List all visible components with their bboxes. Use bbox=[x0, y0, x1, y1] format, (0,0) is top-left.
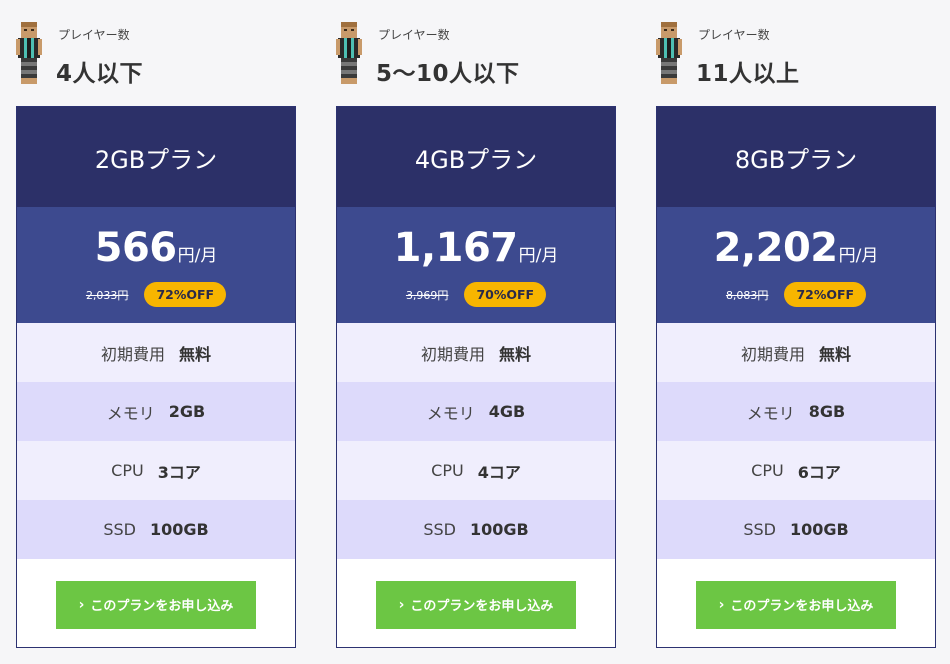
price-line: 2,202円/月 bbox=[657, 225, 935, 271]
plan-name: 4GBプラン bbox=[337, 107, 615, 207]
spec-value: 100GB bbox=[789, 520, 849, 539]
player-avatar-icon bbox=[16, 22, 42, 84]
spec-row-memory: メモリ 4GB bbox=[337, 382, 615, 441]
price-value: 566 bbox=[94, 225, 178, 271]
players-count: 4人以下 bbox=[56, 61, 144, 87]
plan-card: 8GBプラン 2,202円/月 8,083円 72%OFF 初期費用 無料 メモ… bbox=[656, 106, 936, 648]
plan-column-8gb: プレイヤー数 11人以上 8GBプラン 2,202円/月 8,083円 72%O… bbox=[656, 0, 936, 648]
apply-button-label: このプランをお申し込み bbox=[90, 599, 234, 614]
spec-label: メモリ bbox=[426, 403, 475, 423]
spec-row-cpu: CPU 3コア bbox=[17, 441, 295, 500]
player-count-header: プレイヤー数 11人以上 bbox=[656, 0, 936, 106]
discount-badge: 72%OFF bbox=[784, 282, 867, 307]
button-area: › このプランをお申し込み bbox=[657, 559, 935, 650]
spec-value: 2GB bbox=[168, 402, 206, 421]
discount-row: 3,969円 70%OFF bbox=[337, 282, 615, 307]
button-area: › このプランをお申し込み bbox=[17, 559, 295, 650]
apply-button[interactable]: › このプランをお申し込み bbox=[696, 580, 896, 629]
players-count: 11人以上 bbox=[696, 61, 800, 87]
spec-row-setup-fee: 初期費用 無料 bbox=[17, 323, 295, 382]
spec-value: 無料 bbox=[819, 344, 852, 364]
spec-row-memory: メモリ 8GB bbox=[657, 382, 935, 441]
spec-value: 100GB bbox=[469, 520, 529, 539]
chevron-right-icon: › bbox=[78, 596, 85, 613]
spec-row-ssd: SSD 100GB bbox=[657, 500, 935, 559]
plan-card: 4GBプラン 1,167円/月 3,969円 70%OFF 初期費用 無料 メモ… bbox=[336, 106, 616, 648]
spec-label: CPU bbox=[431, 461, 464, 480]
spec-row-cpu: CPU 6コア bbox=[657, 441, 935, 500]
apply-button[interactable]: › このプランをお申し込み bbox=[56, 580, 256, 629]
plan-card: 2GBプラン 566円/月 2,033円 72%OFF 初期費用 無料 メモリ … bbox=[16, 106, 296, 648]
spec-value: 4GB bbox=[488, 402, 526, 421]
spec-label: メモリ bbox=[746, 403, 795, 423]
plan-column-4gb: プレイヤー数 5〜10人以下 4GBプラン 1,167円/月 3,969円 70… bbox=[336, 0, 616, 648]
spec-row-ssd: SSD 100GB bbox=[337, 500, 615, 559]
spec-label: メモリ bbox=[106, 403, 155, 423]
apply-button-label: このプランをお申し込み bbox=[410, 599, 554, 614]
apply-button-label: このプランをお申し込み bbox=[730, 599, 874, 614]
button-area: › このプランをお申し込み bbox=[337, 559, 615, 650]
plan-column-2gb: プレイヤー数 4人以下 2GBプラン 566円/月 2,033円 72%OFF … bbox=[16, 0, 296, 648]
price-box: 1,167円/月 3,969円 70%OFF bbox=[337, 207, 615, 323]
spec-label: SSD bbox=[423, 520, 456, 539]
spec-row-setup-fee: 初期費用 無料 bbox=[657, 323, 935, 382]
players-label: プレイヤー数 bbox=[378, 28, 450, 42]
player-avatar-icon bbox=[656, 22, 682, 84]
price-box: 2,202円/月 8,083円 72%OFF bbox=[657, 207, 935, 323]
price-line: 1,167円/月 bbox=[337, 225, 615, 271]
apply-button[interactable]: › このプランをお申し込み bbox=[376, 580, 576, 629]
spec-row-ssd: SSD 100GB bbox=[17, 500, 295, 559]
players-label: プレイヤー数 bbox=[58, 28, 130, 42]
chevron-right-icon: › bbox=[718, 596, 725, 613]
chevron-right-icon: › bbox=[398, 596, 405, 613]
player-avatar-icon bbox=[336, 22, 362, 84]
discount-badge: 70%OFF bbox=[464, 282, 547, 307]
spec-label: 初期費用 bbox=[740, 344, 805, 364]
spec-value: 100GB bbox=[149, 520, 209, 539]
spec-label: 初期費用 bbox=[420, 344, 485, 364]
spec-label: SSD bbox=[743, 520, 776, 539]
plan-name: 8GBプラン bbox=[657, 107, 935, 207]
spec-label: 初期費用 bbox=[100, 344, 165, 364]
players-count: 5〜10人以下 bbox=[376, 61, 520, 87]
price-line: 566円/月 bbox=[17, 225, 295, 271]
price-box: 566円/月 2,033円 72%OFF bbox=[17, 207, 295, 323]
spec-value: 3コア bbox=[157, 462, 201, 482]
price-value: 2,202 bbox=[713, 225, 839, 271]
price-unit: 円/月 bbox=[518, 246, 559, 266]
spec-row-memory: メモリ 2GB bbox=[17, 382, 295, 441]
spec-label: SSD bbox=[103, 520, 136, 539]
player-count-header: プレイヤー数 5〜10人以下 bbox=[336, 0, 616, 106]
original-price: 2,033円 bbox=[85, 288, 129, 302]
player-count-header: プレイヤー数 4人以下 bbox=[16, 0, 296, 106]
spec-label: CPU bbox=[111, 461, 144, 480]
original-price: 8,083円 bbox=[725, 288, 769, 302]
price-unit: 円/月 bbox=[838, 246, 879, 266]
spec-label: CPU bbox=[751, 461, 784, 480]
price-value: 1,167 bbox=[393, 225, 519, 271]
spec-row-cpu: CPU 4コア bbox=[337, 441, 615, 500]
players-label: プレイヤー数 bbox=[698, 28, 770, 42]
discount-row: 2,033円 72%OFF bbox=[17, 282, 295, 307]
spec-value: 8GB bbox=[808, 402, 846, 421]
spec-value: 6コア bbox=[797, 462, 841, 482]
discount-row: 8,083円 72%OFF bbox=[657, 282, 935, 307]
spec-row-setup-fee: 初期費用 無料 bbox=[337, 323, 615, 382]
discount-badge: 72%OFF bbox=[144, 282, 227, 307]
original-price: 3,969円 bbox=[405, 288, 449, 302]
plan-name: 2GBプラン bbox=[17, 107, 295, 207]
spec-value: 無料 bbox=[499, 344, 532, 364]
spec-value: 無料 bbox=[179, 344, 212, 364]
spec-value: 4コア bbox=[477, 462, 521, 482]
price-unit: 円/月 bbox=[177, 246, 218, 266]
